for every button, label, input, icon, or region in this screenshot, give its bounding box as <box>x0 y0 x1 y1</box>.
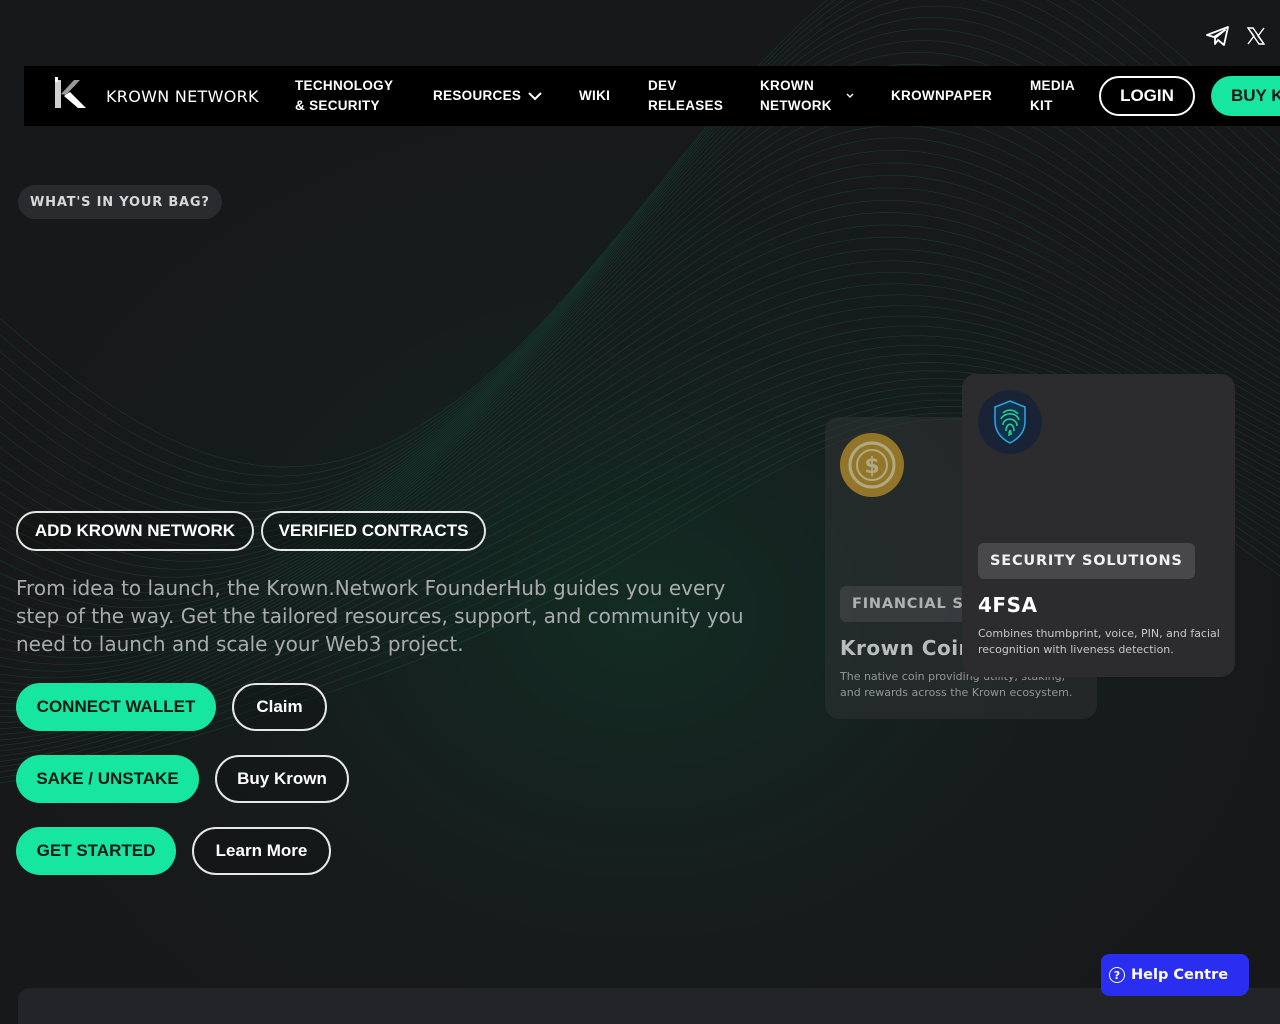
brand-name: KROWN NETWORK <box>106 86 259 106</box>
get-started-button[interactable]: GET STARTED <box>16 827 176 875</box>
nav-resources[interactable]: RESOURCES <box>433 86 542 106</box>
telegram-icon[interactable] <box>1206 24 1230 48</box>
nav-label: KROWNPAPER <box>891 88 993 103</box>
nav-media-kit[interactable]: MEDIA KIT <box>1030 76 1075 116</box>
card-badge: SECURITY SOLUTIONS <box>978 543 1195 579</box>
eyebrow-tag: WHAT'S IN YOUR BAG? <box>18 185 222 219</box>
navbar: KROWN NETWORK TECHNOLOGY & SECURITY RESO… <box>24 66 1280 126</box>
login-button[interactable]: LOGIN <box>1099 76 1195 116</box>
fingerprint-shield-icon <box>977 389 1043 459</box>
buy-krown-button[interactable]: Buy Krown <box>215 755 349 803</box>
add-krown-network-button[interactable]: ADD KROWN NETWORK <box>16 511 254 551</box>
nav-label: WIKI <box>579 88 611 103</box>
help-label: Help Centre <box>1131 967 1229 983</box>
claim-button[interactable]: Claim <box>232 683 327 731</box>
buy-button[interactable]: BUY K <box>1211 76 1280 116</box>
verified-contracts-button[interactable]: VERIFIED CONTRACTS <box>261 511 486 551</box>
dollar-coin-icon: $ <box>839 432 905 502</box>
page: KROWN NETWORK TECHNOLOGY & SECURITY RESO… <box>0 0 1280 1024</box>
nav-label-line2: NETWORK <box>760 98 832 113</box>
nav-label-line1: DEV <box>648 78 677 93</box>
brand[interactable]: KROWN NETWORK <box>52 77 292 115</box>
chevron-down-icon <box>846 93 854 99</box>
connect-wallet-button[interactable]: CONNECT WALLET <box>16 683 216 731</box>
card-description: Combines thumbprint, voice, PIN, and fac… <box>978 627 1220 656</box>
nav-label: RESOURCES <box>433 88 522 103</box>
nav-krown-network[interactable]: KROWN NETWORK <box>760 76 854 116</box>
content-panel <box>18 988 1280 1024</box>
svg-text:$: $ <box>864 454 879 479</box>
nav-label-line1: KROWN <box>760 78 814 93</box>
nav-label-line2: RELEASES <box>648 98 724 113</box>
nav-label-line2: KIT <box>1030 98 1053 113</box>
help-centre-button[interactable]: ? Help Centre <box>1101 954 1249 996</box>
social-links <box>1206 24 1268 48</box>
nav-wiki[interactable]: WIKI <box>579 86 610 106</box>
chevron-down-icon <box>528 91 542 101</box>
learn-more-button[interactable]: Learn More <box>192 827 331 875</box>
hero-intro: From idea to launch, the Krown.Network F… <box>16 576 744 656</box>
nav-dev-releases[interactable]: DEV RELEASES <box>648 76 723 116</box>
x-icon[interactable] <box>1244 24 1268 48</box>
card-4fsa[interactable]: SECURITY SOLUTIONS 4FSA Combines thumbpr… <box>962 374 1235 677</box>
stake-unstake-button[interactable]: SAKE / UNSTAKE <box>16 755 199 803</box>
nav-label-line1: TECHNOLOGY <box>295 78 394 93</box>
nav-label-line1: MEDIA <box>1030 78 1075 93</box>
nav-technology-security[interactable]: TECHNOLOGY & SECURITY <box>295 76 393 116</box>
nav-label-line2: & SECURITY <box>295 98 380 113</box>
card-title: Krown Coin <box>840 636 974 660</box>
question-icon: ? <box>1109 967 1125 983</box>
krown-logo-icon <box>52 77 88 115</box>
nav-krownpaper[interactable]: KROWNPAPER <box>891 86 992 106</box>
card-title: 4FSA <box>978 593 1038 617</box>
